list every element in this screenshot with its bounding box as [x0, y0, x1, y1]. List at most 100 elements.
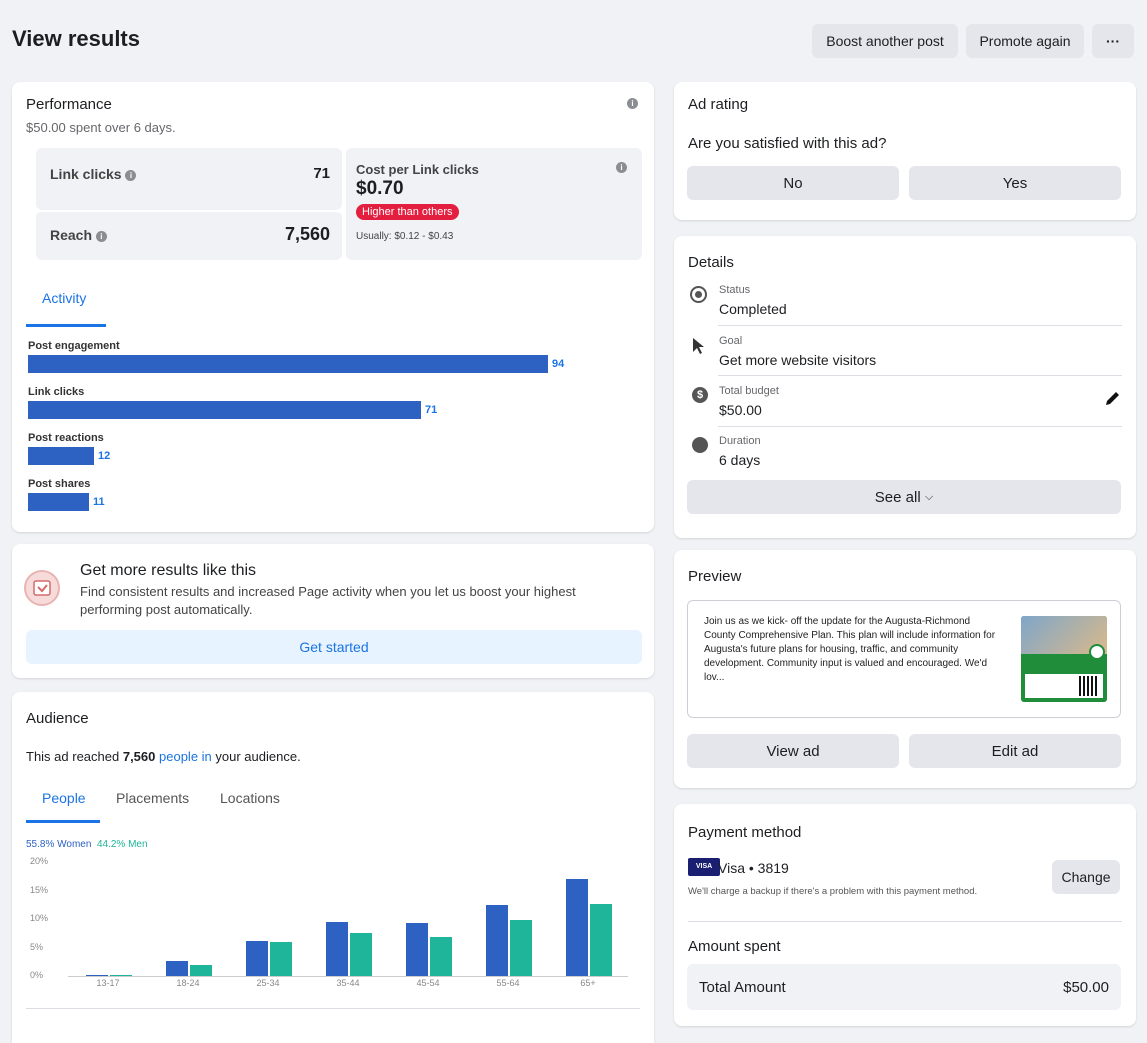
- info-icon[interactable]: i: [95, 230, 107, 242]
- chevron-down-icon: ⌵: [924, 490, 934, 503]
- more-results-description: Find consistent results and increased Pa…: [80, 584, 576, 617]
- activity-bar: [28, 355, 548, 373]
- age-bar-women[interactable]: [246, 940, 268, 976]
- higher-than-others-badge: Higher than others: [356, 204, 459, 220]
- info-icon[interactable]: i: [616, 162, 627, 173]
- x-tick-label: 35-44: [336, 978, 360, 988]
- info-icon[interactable]: i: [627, 98, 638, 109]
- divider: [26, 1008, 640, 1009]
- more-options-button[interactable]: ···: [1092, 24, 1134, 58]
- post-image: [1021, 616, 1107, 702]
- tab-people[interactable]: People: [42, 790, 86, 806]
- no-button[interactable]: No: [687, 166, 899, 200]
- age-bar-men[interactable]: [270, 941, 292, 976]
- yes-button[interactable]: Yes: [909, 166, 1121, 200]
- performance-card: Performance $50.00 spent over 6 days. i …: [12, 82, 654, 532]
- reach-prefix: This ad reached: [26, 749, 123, 764]
- x-tick-label: 25-34: [256, 978, 280, 988]
- y-tick-label: 0%: [30, 970, 44, 980]
- age-bar-women[interactable]: [166, 960, 188, 976]
- tab-underline: [26, 820, 100, 823]
- activity-bar: [28, 493, 89, 511]
- link-clicks-value: 71: [313, 165, 330, 182]
- budget-value: $50.00: [719, 402, 762, 418]
- y-tick-label: 5%: [30, 941, 44, 952]
- audience-reach-text: This ad reached 7,560 people in your aud…: [26, 749, 301, 764]
- total-amount-row: Total Amount $50.00: [687, 964, 1121, 1010]
- activity-bar-value: 11: [93, 496, 105, 508]
- boost-another-post-button[interactable]: Boost another post: [812, 24, 958, 58]
- divider: [718, 375, 1122, 376]
- cpc-label: Cost per Link clicks: [356, 162, 479, 177]
- post-preview[interactable]: Join us as we kick- off the update for t…: [687, 600, 1121, 718]
- reach-count: 7,560: [122, 749, 156, 764]
- age-bar-women[interactable]: [566, 879, 588, 976]
- x-tick-label: 55-64: [496, 978, 520, 988]
- age-bar-men[interactable]: [350, 932, 372, 976]
- tab-locations[interactable]: Locations: [220, 790, 280, 806]
- ad-rating-question: Are you satisfied with this ad?: [688, 135, 887, 152]
- money-icon: $: [692, 387, 708, 403]
- age-bar-women[interactable]: [86, 975, 108, 976]
- promotion-icon: [24, 570, 60, 606]
- age-bar-women[interactable]: [326, 921, 348, 976]
- age-bar-men[interactable]: [190, 965, 212, 976]
- age-bar-women[interactable]: [486, 904, 508, 976]
- audience-title: Audience: [26, 710, 89, 727]
- activity-bar-value: 94: [552, 358, 565, 370]
- y-tick-label: 10%: [30, 913, 49, 923]
- reach-suffix: your audience.: [211, 749, 301, 764]
- x-tick-label: 65+: [580, 978, 596, 988]
- see-all-button[interactable]: See all ⌵: [687, 480, 1121, 514]
- age-bar-men[interactable]: [430, 936, 452, 976]
- activity-bar: [28, 447, 94, 465]
- cursor-icon: [693, 338, 704, 354]
- cost-per-click-metric: Cost per Link clicks i $0.70 Higher than…: [346, 148, 642, 260]
- visa-card-icon: VISA: [688, 858, 720, 876]
- change-payment-button[interactable]: Change: [1052, 860, 1120, 894]
- performance-title: Performance: [26, 96, 112, 113]
- get-started-button[interactable]: Get started: [26, 630, 642, 664]
- ad-rating-card: Ad rating Are you satisfied with this ad…: [674, 82, 1136, 220]
- more-results-card: Get more results like this Find consiste…: [12, 544, 654, 678]
- age-bar-men[interactable]: [510, 919, 532, 976]
- total-amount-value: $50.00: [1063, 979, 1109, 996]
- edit-pencil-icon[interactable]: [1104, 389, 1122, 407]
- y-tick-label: 15%: [30, 884, 49, 895]
- budget-label: Total budget: [719, 385, 779, 397]
- cpc-value: $0.70: [356, 178, 404, 199]
- legend-women: 55.8% Women: [26, 839, 92, 850]
- total-amount-label: Total Amount: [699, 979, 786, 996]
- people-link[interactable]: people in: [159, 749, 212, 764]
- stopwatch-icon: [692, 437, 708, 453]
- tab-placements[interactable]: Placements: [116, 790, 189, 806]
- duration-value: 6 days: [719, 452, 761, 468]
- status-value: Completed: [719, 301, 787, 317]
- payment-title: Payment method: [688, 824, 802, 841]
- amount-spent-title: Amount spent: [688, 938, 781, 955]
- tab-activity[interactable]: Activity: [42, 290, 86, 306]
- x-tick-label: 45-54: [416, 978, 440, 988]
- page-title: View results: [12, 26, 140, 51]
- activity-bar-label: Post engagement: [28, 340, 120, 352]
- performance-subtitle: $50.00 spent over 6 days.: [26, 120, 176, 135]
- duration-label: Duration: [719, 435, 761, 447]
- divider: [718, 426, 1122, 427]
- age-bar-women[interactable]: [406, 922, 428, 976]
- promote-again-button[interactable]: Promote again: [966, 24, 1084, 58]
- card-text: Visa • 3819: [718, 860, 789, 876]
- activity-bar-value: 12: [98, 450, 111, 462]
- view-ad-button[interactable]: View ad: [687, 734, 899, 768]
- edit-ad-button[interactable]: Edit ad: [909, 734, 1121, 768]
- cpc-usual-range: Usually: $0.12 - $0.43: [356, 231, 454, 242]
- info-icon[interactable]: i: [125, 169, 137, 181]
- activity-bar: [28, 401, 421, 419]
- age-bar-men[interactable]: [590, 904, 612, 976]
- y-tick-label: 20%: [30, 856, 49, 866]
- goal-value: Get more website visitors: [719, 352, 877, 368]
- payment-card: Payment method VISA Visa • 3819 We'll ch…: [674, 804, 1136, 1026]
- age-bar-men[interactable]: [110, 975, 132, 976]
- divider: [688, 921, 1122, 922]
- x-tick-label: 13-17: [96, 978, 120, 988]
- chart-baseline: [68, 976, 628, 977]
